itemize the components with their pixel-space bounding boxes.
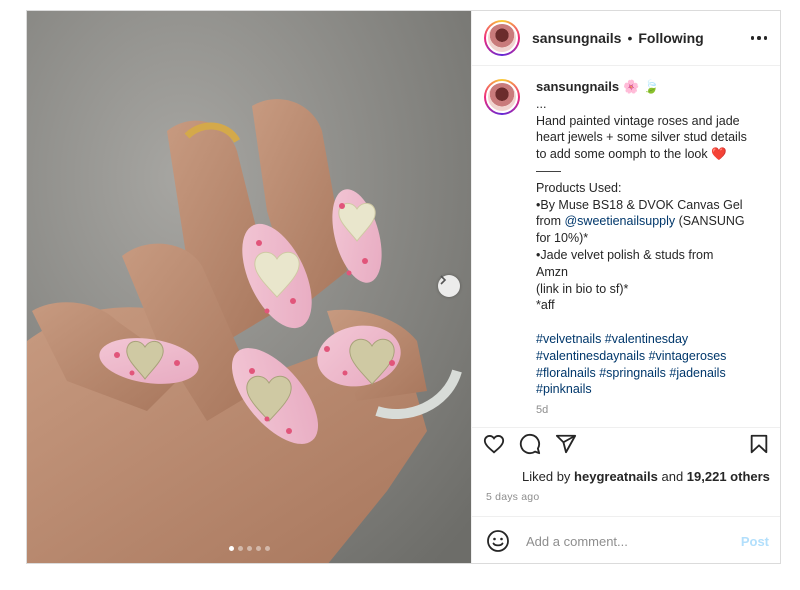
like-button[interactable] [482,432,506,456]
caption-line: Hand painted vintage roses and jade [536,113,740,128]
post-comment-button[interactable]: Post [741,534,769,549]
hashtag-line[interactable]: #pinknails [536,381,761,398]
caption-line: to add some oomph to the look ❤️ [536,147,727,162]
likes-summary: Liked by heygreatnails and 19,221 others [522,469,770,484]
hashtag-line[interactable]: #velvetnails #valentinesday [536,331,761,348]
carousel-dot-active [228,546,234,551]
comment-input[interactable] [524,532,741,550]
liked-by-user[interactable]: heygreatnails [574,469,658,484]
avatar[interactable] [484,20,520,56]
post-header: sansungnails • Following [472,11,780,66]
caption-line: Amzn [536,264,568,279]
from-prefix: from [536,214,565,229]
caption-line: heart jewels + some silver stud details [536,130,747,145]
carousel-next-button[interactable] [438,275,460,297]
share-icon [555,434,577,453]
hashtag-line[interactable]: #valentinesdaynails #vintageroses [536,348,761,365]
post-photo[interactable] [27,11,471,563]
caption-line: •By Muse BS18 & DVOK Canvas Gel [536,197,743,212]
caption-line: for 10%)* [536,231,589,246]
comment-button[interactable] [518,432,542,456]
caption-line: (link in bio to sf)* [536,281,629,296]
carousel-dot [246,546,252,551]
save-button[interactable] [747,432,771,456]
nail-art-photo [27,11,471,563]
carousel-indicator [27,546,471,551]
caption-area[interactable]: sansungnails 🌸 🍃 ... Hand painted vintag… [472,67,780,417]
mention-link[interactable]: @sweetienailsupply [564,214,675,228]
post-card: sansungnails • Following sansungnails 🌸 … [26,10,781,564]
share-button[interactable] [554,432,578,456]
carousel-dot [237,546,243,551]
caption-line: •Jade velvet polish & studs from [536,247,714,262]
caption-avatar[interactable] [484,79,520,115]
carousel-dot [255,546,261,551]
header-username[interactable]: sansungnails [532,30,621,46]
post-timestamp[interactable]: 5 days ago [486,491,539,503]
from-suffix: (SANSUNG [675,214,745,229]
likes-count[interactable]: 19,221 others [687,469,770,484]
hashtag-line[interactable]: #floralnails #springnails #jadenails [536,365,761,382]
caption-row: sansungnails 🌸 🍃 ... Hand painted vintag… [472,67,780,417]
header-separator: • [627,30,633,46]
chevron-right-icon [440,275,447,285]
more-options-icon[interactable] [747,32,772,44]
hashtags: #velvetnails #valentinesday #valentinesd… [536,331,761,398]
flower-emoji: 🌸 [623,79,640,94]
caption-line: —— [536,163,561,178]
carousel-dot [264,546,270,551]
caption-username-row: sansungnails 🌸 🍃 [536,79,761,96]
caption-line-mention: from @sweetienailsupply (SANSUNG [536,213,761,230]
heart-icon [483,434,505,453]
caption-body: sansungnails 🌸 🍃 ... Hand painted vintag… [536,79,761,417]
bookmark-icon [750,434,768,453]
comment-icon [519,433,541,454]
leaf-emoji: 🍃 [643,79,660,94]
likes-prefix: Liked by [522,469,575,484]
caption-line: *aff [536,298,555,313]
caption-line: Products Used: [536,180,622,195]
post-side-panel: sansungnails • Following sansungnails 🌸 … [471,11,780,563]
caption-username[interactable]: sansungnails [536,79,619,96]
following-button[interactable]: Following [638,30,703,46]
comment-box: Post [472,516,780,563]
caption-line: ... [536,96,547,111]
smiley-icon[interactable] [486,529,510,553]
action-bar [472,427,780,459]
likes-middle: and [657,469,687,484]
caption-age[interactable]: 5d [536,402,761,417]
